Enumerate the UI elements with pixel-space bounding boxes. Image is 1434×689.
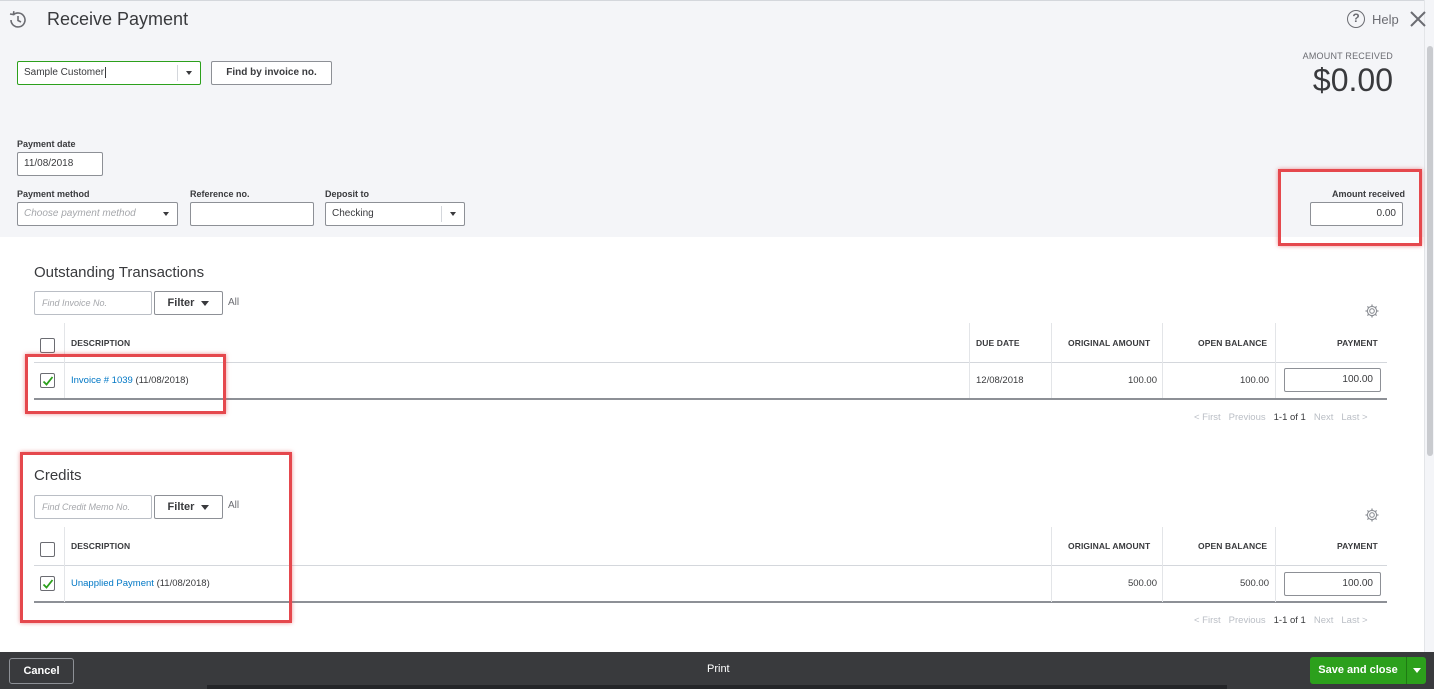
chevron-down-icon[interactable] bbox=[1407, 657, 1426, 684]
help-link[interactable]: ? Help bbox=[1347, 10, 1399, 28]
customer-value: Sample Customer bbox=[24, 67, 105, 78]
credit-payment-input[interactable]: 100.00 bbox=[1284, 572, 1381, 596]
deposit-value: Checking bbox=[332, 208, 374, 219]
reference-label: Reference no. bbox=[190, 189, 250, 199]
table-header-divider bbox=[34, 362, 1387, 363]
caret-down-icon bbox=[201, 300, 210, 306]
payment-method-placeholder: Choose payment method bbox=[24, 208, 136, 219]
gear-icon[interactable] bbox=[1364, 303, 1380, 319]
select-all-checkbox[interactable] bbox=[40, 338, 55, 353]
cancel-button[interactable]: Cancel bbox=[9, 658, 74, 684]
pager-next[interactable]: Next bbox=[1314, 412, 1334, 423]
reference-input[interactable] bbox=[190, 202, 314, 226]
pager-last[interactable]: Last > bbox=[1341, 412, 1367, 423]
col-open-balance[interactable]: OPEN BALANCE bbox=[1198, 541, 1267, 551]
col-original-amount[interactable]: ORIGINAL AMOUNT bbox=[1068, 541, 1150, 551]
help-label: Help bbox=[1372, 11, 1399, 27]
amount-received-label: AMOUNT RECEIVED bbox=[1302, 51, 1393, 61]
col-payment[interactable]: PAYMENT bbox=[1337, 541, 1378, 551]
save-and-close-label: Save and close bbox=[1318, 664, 1398, 676]
chevron-down-icon[interactable] bbox=[442, 203, 464, 225]
outstanding-pager: < First Previous 1-1 of 1 Next Last > bbox=[1194, 412, 1368, 423]
pager-range: 1-1 of 1 bbox=[1273, 412, 1306, 423]
credits-pager: < First Previous 1-1 of 1 Next Last > bbox=[1194, 615, 1368, 626]
filter-label: Filter bbox=[167, 297, 195, 309]
col-due-date[interactable]: DUE DATE bbox=[976, 338, 1020, 348]
pager-first[interactable]: < First bbox=[1194, 615, 1221, 626]
deposit-label: Deposit to bbox=[325, 189, 369, 199]
row-due-date: 12/08/2018 bbox=[976, 375, 1024, 386]
footer-bar: Cancel Print Save and close bbox=[0, 652, 1434, 689]
row-payment-input[interactable]: 100.00 bbox=[1284, 368, 1381, 392]
gear-icon[interactable] bbox=[1364, 507, 1380, 523]
save-and-close-button[interactable]: Save and close bbox=[1310, 657, 1426, 684]
chevron-down-icon[interactable] bbox=[178, 62, 200, 84]
outstanding-filter-button[interactable]: Filter bbox=[154, 291, 223, 315]
pager-range: 1-1 of 1 bbox=[1273, 615, 1306, 626]
pager-last[interactable]: Last > bbox=[1341, 615, 1367, 626]
customer-select[interactable]: Sample Customer bbox=[17, 61, 201, 85]
pager-previous[interactable]: Previous bbox=[1229, 615, 1266, 626]
credit-original-amount: 500.00 bbox=[1127, 578, 1157, 589]
payment-date-input[interactable]: 11/08/2018 bbox=[17, 152, 103, 176]
page-title: Receive Payment bbox=[47, 9, 189, 29]
help-icon: ? bbox=[1347, 10, 1365, 28]
scrollbar-thumb[interactable] bbox=[1427, 46, 1433, 456]
pager-previous[interactable]: Previous bbox=[1229, 412, 1266, 423]
chevron-down-icon[interactable] bbox=[155, 203, 177, 225]
payment-date-label: Payment date bbox=[17, 139, 76, 149]
print-button[interactable]: Print bbox=[707, 663, 730, 675]
deposit-select[interactable]: Checking bbox=[325, 202, 465, 226]
find-by-invoice-button[interactable]: Find by invoice no. bbox=[211, 61, 332, 85]
col-description[interactable]: DESCRIPTION bbox=[71, 338, 130, 348]
payment-method-select[interactable]: Choose payment method bbox=[17, 202, 178, 226]
credit-open-balance: 500.00 bbox=[1239, 578, 1269, 589]
highlight-box-amount bbox=[1278, 169, 1422, 246]
table-bottom-border bbox=[34, 398, 1387, 400]
pager-next[interactable]: Next bbox=[1314, 615, 1334, 626]
payment-method-label: Payment method bbox=[17, 189, 90, 199]
row-original-amount: 100.00 bbox=[1127, 375, 1157, 386]
row-open-balance: 100.00 bbox=[1239, 375, 1269, 386]
close-icon[interactable] bbox=[1408, 9, 1428, 29]
scrollbar[interactable] bbox=[1424, 0, 1434, 652]
outstanding-title: Outstanding Transactions bbox=[34, 264, 205, 281]
col-original-amount[interactable]: ORIGINAL AMOUNT bbox=[1068, 338, 1150, 348]
highlight-box-credits bbox=[20, 452, 292, 623]
col-payment[interactable]: PAYMENT bbox=[1337, 338, 1378, 348]
highlight-box-invoice bbox=[25, 354, 226, 414]
col-open-balance[interactable]: OPEN BALANCE bbox=[1198, 338, 1267, 348]
amount-received-total: $0.00 bbox=[1312, 62, 1393, 98]
find-invoice-input[interactable]: Find Invoice No. bbox=[34, 291, 152, 315]
history-icon[interactable] bbox=[7, 9, 29, 31]
outstanding-all-label: All bbox=[228, 297, 240, 308]
pager-first[interactable]: < First bbox=[1194, 412, 1221, 423]
